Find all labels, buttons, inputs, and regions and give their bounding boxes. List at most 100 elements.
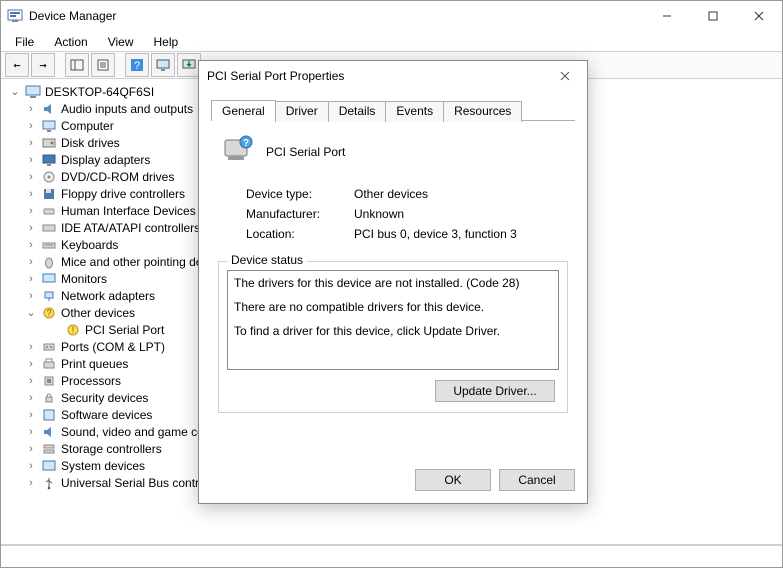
arrow-right-icon: → [39, 58, 46, 72]
menu-help[interactable]: Help [146, 33, 187, 51]
tabstrip: General Driver Details Events Resources [211, 99, 575, 121]
expand-icon[interactable]: › [25, 171, 37, 183]
tab-general[interactable]: General [211, 100, 276, 121]
tree-item-label: Display adapters [61, 153, 150, 167]
computer-icon [25, 84, 41, 100]
scan-button[interactable] [151, 53, 175, 77]
tree-item-label: Ports (COM & LPT) [61, 340, 165, 354]
dialog-close-button[interactable] [551, 62, 579, 90]
update-icon [182, 58, 196, 72]
device-status-text[interactable]: The drivers for this device are not inst… [227, 270, 559, 370]
tab-events[interactable]: Events [385, 101, 444, 122]
svg-text:?: ? [243, 138, 249, 149]
titlebar: Device Manager [1, 1, 782, 31]
window-title: Device Manager [29, 9, 644, 23]
expand-icon[interactable]: › [25, 460, 37, 472]
expand-icon[interactable]: › [25, 154, 37, 166]
expand-icon[interactable]: › [25, 188, 37, 200]
collapse-icon[interactable]: ⌄ [9, 85, 21, 98]
cancel-button[interactable]: Cancel [499, 469, 575, 491]
device-manager-icon [7, 8, 23, 24]
back-button[interactable]: ← [5, 53, 29, 77]
close-button[interactable] [736, 1, 782, 31]
tree-item-label: System devices [61, 459, 145, 473]
tree-item-label: Floppy drive controllers [61, 187, 185, 201]
expand-icon[interactable]: › [25, 426, 37, 438]
tree-item-label: Keyboards [61, 238, 118, 252]
storage-icon [41, 441, 57, 457]
window-controls [644, 1, 782, 31]
ok-button[interactable]: OK [415, 469, 491, 491]
maximize-button[interactable] [690, 1, 736, 31]
expand-icon[interactable]: › [25, 222, 37, 234]
device-status-legend: Device status [227, 253, 307, 267]
audio-icon [41, 101, 57, 117]
tab-details[interactable]: Details [328, 101, 387, 122]
expand-icon[interactable]: › [25, 341, 37, 353]
tree-root-label: DESKTOP-64QF6SI [45, 85, 154, 99]
tree-item-label: DVD/CD-ROM drives [61, 170, 174, 184]
expand-icon[interactable]: › [25, 256, 37, 268]
tab-driver[interactable]: Driver [275, 101, 329, 122]
dialog-titlebar[interactable]: PCI Serial Port Properties [199, 61, 587, 91]
expand-icon[interactable]: › [25, 443, 37, 455]
properties-icon [96, 58, 110, 72]
info-device-type: Device type: Other devices [246, 187, 570, 201]
info-location: Location: PCI bus 0, device 3, function … [246, 227, 570, 241]
tree-item-label: Monitors [61, 272, 107, 286]
close-icon [560, 71, 570, 81]
show-hide-tree-button[interactable] [65, 53, 89, 77]
network-icon [41, 288, 57, 304]
pc-icon [41, 118, 57, 134]
mouse-icon [41, 254, 57, 270]
help-icon: ? [130, 58, 144, 72]
expand-icon[interactable]: › [25, 103, 37, 115]
port-icon [41, 339, 57, 355]
tree-item-label: PCI Serial Port [85, 323, 164, 337]
menu-view[interactable]: View [100, 33, 142, 51]
device-status-group: Device status The drivers for this devic… [218, 261, 568, 413]
expand-icon[interactable]: › [25, 273, 37, 285]
expand-icon[interactable]: › [25, 477, 37, 489]
monitor-icon [156, 58, 170, 72]
expand-icon[interactable]: › [25, 409, 37, 421]
forward-button[interactable]: → [31, 53, 55, 77]
expand-icon[interactable]: › [25, 358, 37, 370]
tree-item-label: Security devices [61, 391, 148, 405]
printer-icon [41, 356, 57, 372]
statusbar [1, 545, 782, 567]
menu-action[interactable]: Action [46, 33, 95, 51]
expand-icon[interactable]: › [25, 205, 37, 217]
status-line: The drivers for this device are not inst… [234, 275, 552, 291]
monitor-icon [41, 271, 57, 287]
expand-icon[interactable]: › [25, 375, 37, 387]
menu-file[interactable]: File [7, 33, 42, 51]
help-button[interactable]: ? [125, 53, 149, 77]
properties-dialog: PCI Serial Port Properties General Drive… [198, 60, 588, 504]
ide-icon [41, 220, 57, 236]
expand-icon[interactable]: › [25, 392, 37, 404]
tab-content-general: ? PCI Serial Port Device type: Other dev… [211, 121, 575, 457]
device-name: PCI Serial Port [266, 145, 345, 159]
info-manufacturer: Manufacturer: Unknown [246, 207, 570, 221]
status-line: There are no compatible drivers for this… [234, 299, 552, 315]
expand-icon[interactable]: › [25, 120, 37, 132]
panel-icon [70, 58, 84, 72]
expand-icon[interactable]: › [25, 239, 37, 251]
tree-item-label: Disk drives [61, 136, 120, 150]
value-device-type: Other devices [354, 187, 428, 201]
expand-icon[interactable]: › [25, 137, 37, 149]
svg-text:?: ? [134, 60, 140, 72]
collapse-icon[interactable]: ⌄ [25, 306, 37, 319]
minimize-button[interactable] [644, 1, 690, 31]
display-icon [41, 152, 57, 168]
tree-item-label: Storage controllers [61, 442, 162, 456]
tree-item-label: IDE ATA/ATAPI controllers [61, 221, 200, 235]
properties-button[interactable] [91, 53, 115, 77]
update-driver-button[interactable]: Update Driver... [435, 380, 555, 402]
device-header: ? PCI Serial Port [216, 134, 570, 169]
other-icon: ? [41, 305, 57, 321]
tab-resources[interactable]: Resources [443, 101, 522, 122]
tree-item-label: Software devices [61, 408, 152, 422]
expand-icon[interactable]: › [25, 290, 37, 302]
